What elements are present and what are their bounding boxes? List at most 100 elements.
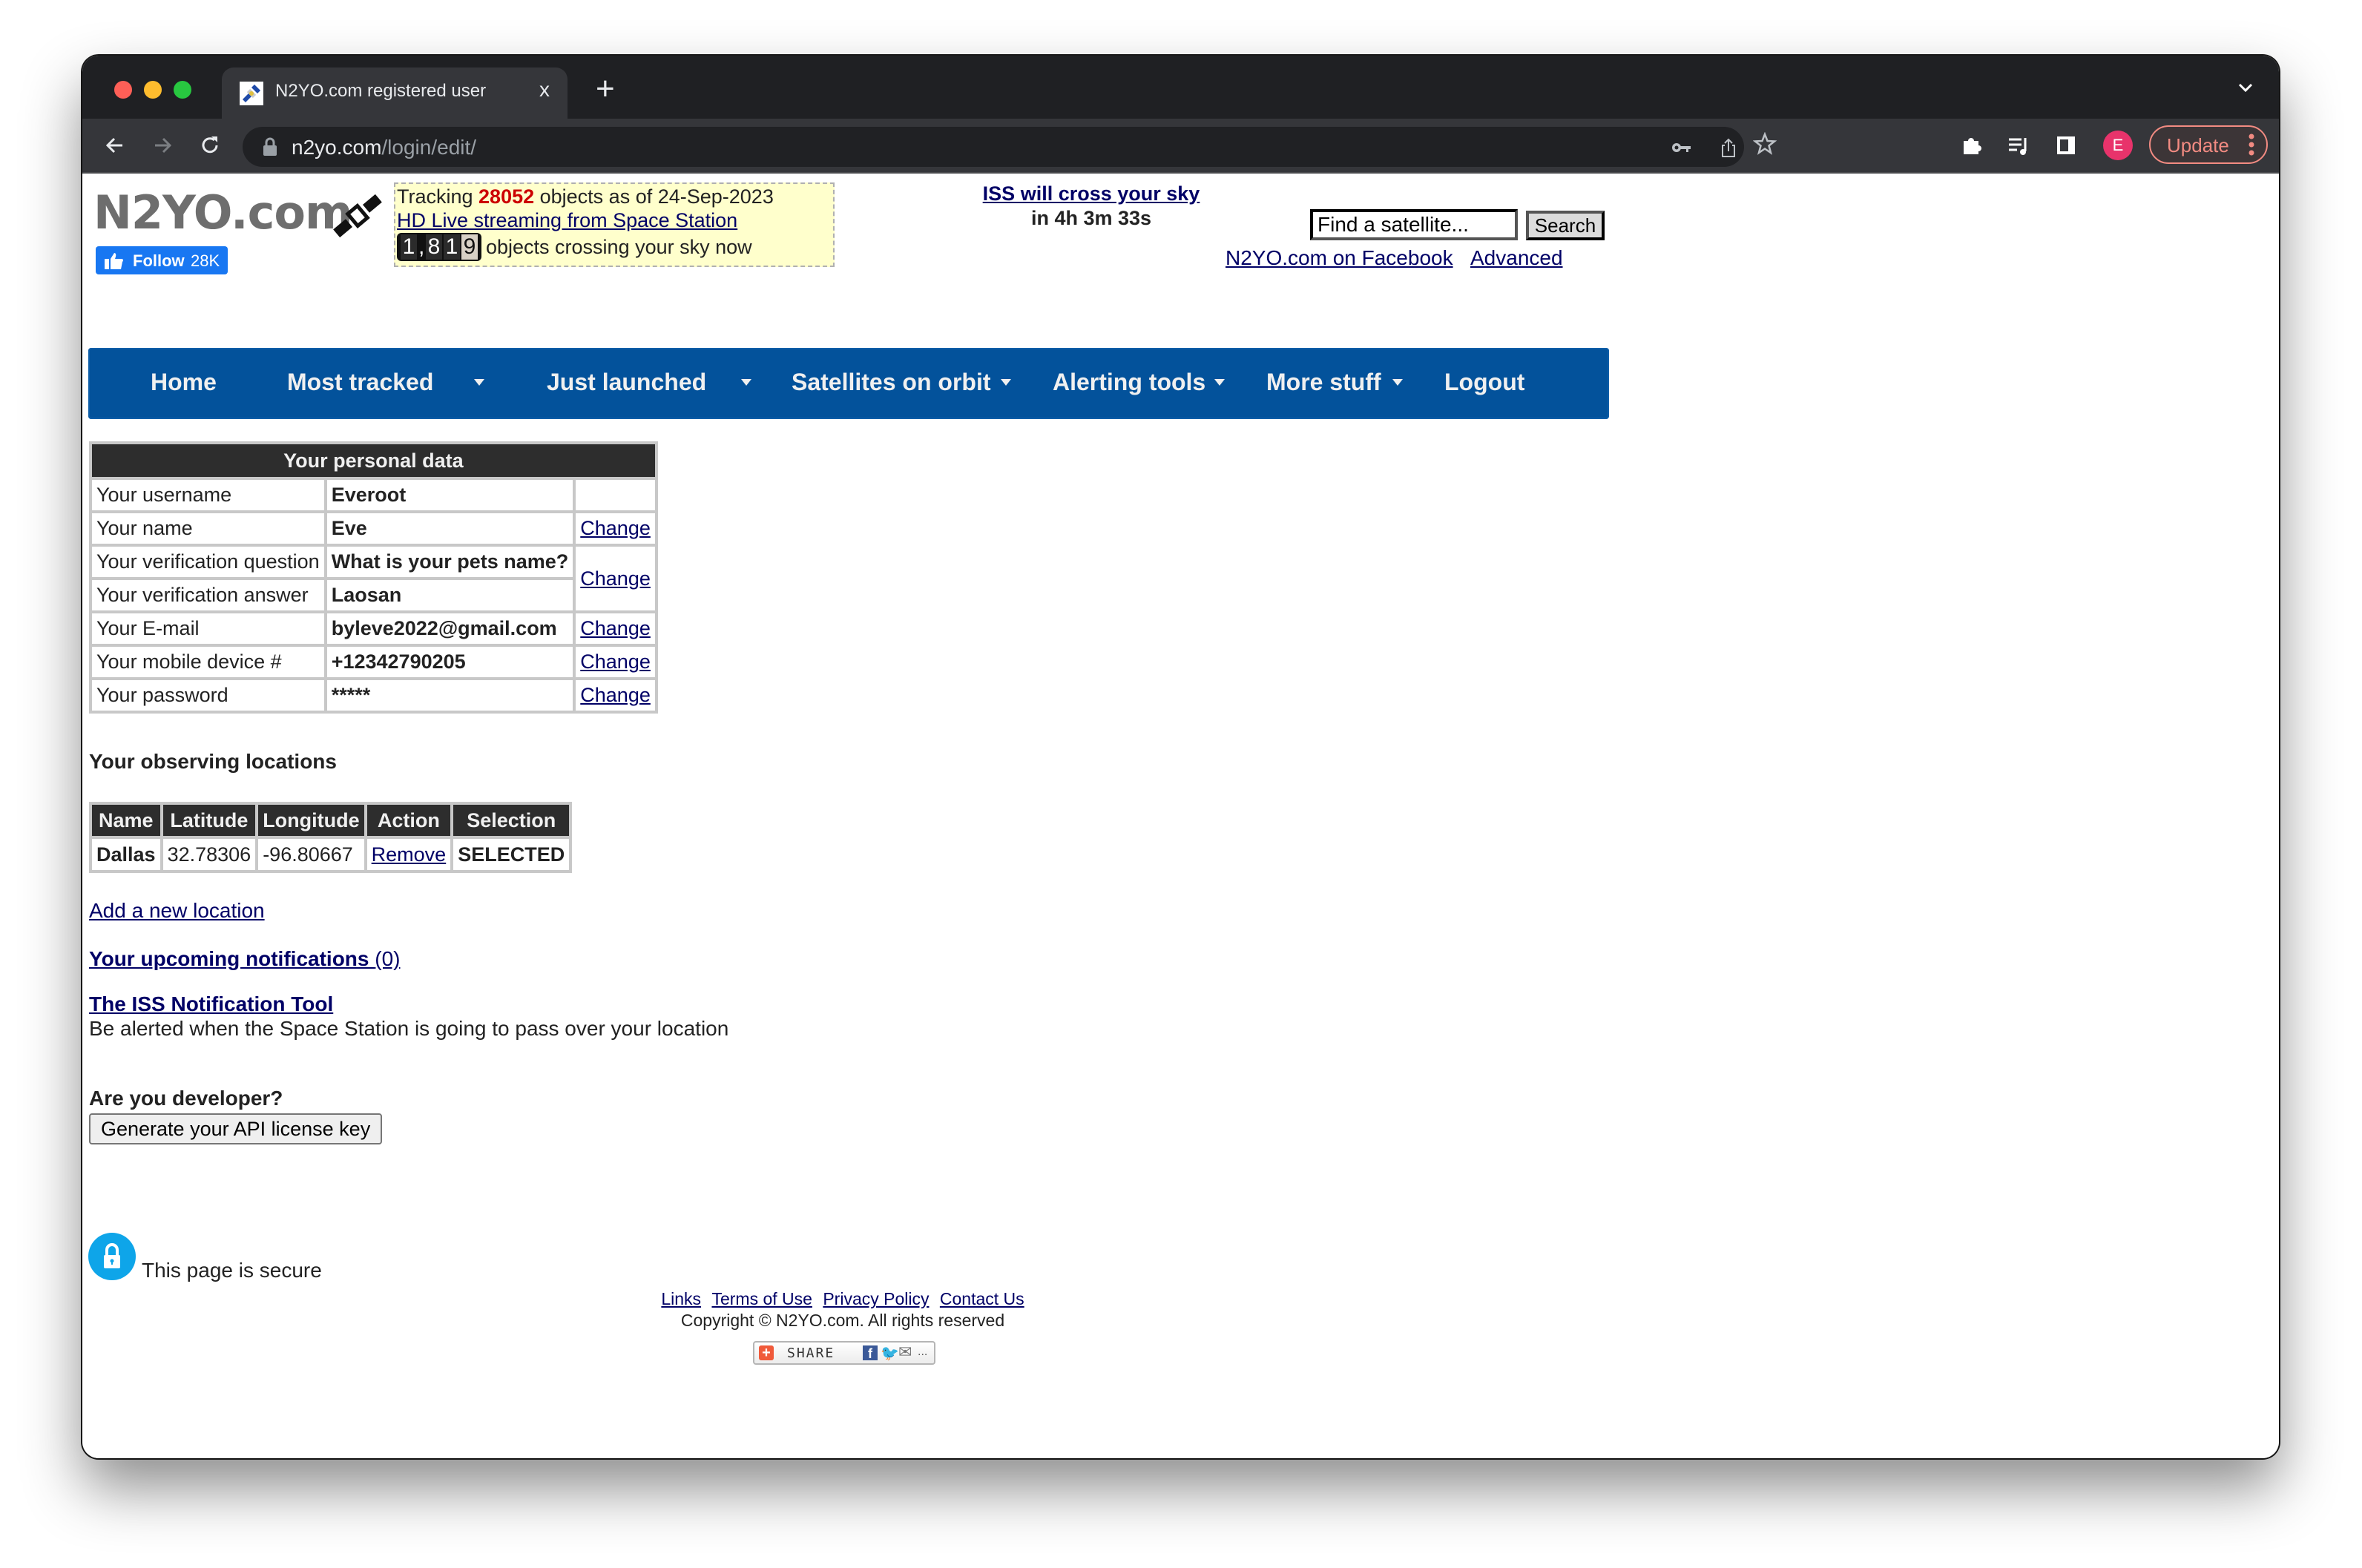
footer-privacy-link[interactable]: Privacy Policy [823,1289,929,1308]
tab-close-icon[interactable]: x [539,78,550,102]
media-queue-icon[interactable] [2007,134,2030,157]
change-name-link[interactable]: Change [580,517,651,539]
more-icon: ... [918,1345,928,1358]
footer-terms-link[interactable]: Terms of Use [711,1289,812,1308]
nav-more-stuff[interactable]: More stuff [1266,369,1381,396]
satellite-logo-icon [333,194,382,238]
profile-avatar[interactable]: E [2103,131,2133,160]
forward-button[interactable] [149,132,176,159]
personal-data-table: Your personal data Your username Everoot… [89,441,658,714]
maximize-window-button[interactable] [174,81,191,99]
upcoming-notifications-label: Your upcoming notifications [89,947,375,970]
crossing-counter: 1,819 objects crossing your sky now [397,233,752,261]
iss-notification-tool-link[interactable]: The ISS Notification Tool [89,992,333,1016]
advanced-search-link[interactable]: Advanced [1470,246,1563,270]
field-value: Laosan [323,577,576,613]
satellite-search-input[interactable] [1310,209,1518,240]
generate-api-key-button[interactable]: Generate your API license key [89,1113,383,1144]
iss-tool-description: Be alerted when the Space Station is goi… [89,1017,729,1040]
iss-pass-info: ISS will cross your sky in 4h 3m 33s [943,182,1240,230]
location-latitude: 32.78306 [159,836,259,873]
odometer-digit: 8 [426,234,442,260]
observing-locations-heading: Your observing locations [89,750,337,773]
field-value: What is your pets name? [323,544,576,580]
change-email-link[interactable]: Change [580,617,651,639]
hd-live-stream-link[interactable]: HD Live streaming from Space Station [397,209,737,231]
facebook-follow-button[interactable]: Follow 28K [96,246,228,274]
iss-cross-link[interactable]: ISS will cross your sky [983,182,1200,205]
add-location-link[interactable]: Add a new location [89,899,265,923]
key-icon[interactable] [1670,136,1692,159]
minimize-window-button[interactable] [144,81,162,99]
column-header: Name [89,802,163,839]
share-icon[interactable] [1717,136,1740,159]
crossing-text: objects crossing your sky now [486,235,752,258]
personal-data-title: Your personal data [89,441,658,480]
url-host: n2yo.com [292,136,382,159]
search-button[interactable]: Search [1526,211,1605,240]
browser-window: N2YO.com registered user x + n2yo.com/lo… [82,56,2279,1458]
change-password-link[interactable]: Change [580,684,651,706]
field-label: Your E-mail [89,610,327,647]
facebook-icon: f [863,1345,878,1361]
facebook-page-link[interactable]: N2YO.com on Facebook [1226,246,1453,270]
browser-tab[interactable]: N2YO.com registered user x [222,67,568,119]
dropdown-caret-icon[interactable] [1392,379,1403,386]
dropdown-caret-icon[interactable] [1214,379,1225,386]
share-button[interactable]: + SHARE f 🐦 ✉ ... [753,1341,935,1365]
share-label: SHARE [787,1345,835,1361]
chevron-down-icon[interactable] [2234,76,2257,99]
reload-button[interactable] [197,132,223,159]
change-mobile-link[interactable]: Change [580,650,651,673]
plus-icon: + [759,1345,774,1360]
bookmark-star-icon[interactable] [1753,132,1777,156]
iss-countdown: in 4h 3m 33s [1030,207,1152,229]
update-label: Update [2167,134,2229,157]
footer-contact-link[interactable]: Contact Us [940,1289,1024,1308]
column-header: Latitude [159,802,259,839]
extensions-puzzle-icon[interactable] [1959,134,1983,157]
nav-satellites-on-orbit[interactable]: Satellites on orbit [792,369,990,396]
footer-links-link[interactable]: Links [661,1289,701,1308]
upcoming-notifications-link[interactable]: Your upcoming notifications (0) [89,947,400,971]
column-header: Selection [450,802,573,839]
dropdown-caret-icon[interactable] [741,379,751,386]
main-navigation: Home Most tracked Just launched Satellit… [88,348,1609,419]
address-bar[interactable]: n2yo.com/login/edit/ [243,127,1744,167]
new-tab-button[interactable]: + [596,70,615,108]
secure-page-text: This page is secure [142,1259,322,1282]
thumbs-up-icon [105,253,123,269]
field-label: Your password [89,677,327,714]
nav-logout[interactable]: Logout [1444,369,1524,396]
nav-most-tracked[interactable]: Most tracked [287,369,433,396]
tab-strip: N2YO.com registered user x + [82,56,2279,119]
url-path: /login/edit/ [381,136,477,159]
nav-just-launched[interactable]: Just launched [547,369,706,396]
nav-home[interactable]: Home [151,369,217,396]
table-row: Your username Everoot [89,477,658,513]
email-icon: ✉ [898,1343,912,1361]
tracking-suffix: objects as of 24-Sep-2023 [534,185,774,208]
lock-icon [263,137,277,156]
back-button[interactable] [102,132,128,159]
forward-arrow-icon [155,137,172,154]
location-selection-status: SELECTED [450,836,573,873]
notifications-count: (0) [375,947,401,970]
more-vertical-icon [2248,134,2254,156]
field-label: Your mobile device # [89,644,327,680]
side-panel-icon[interactable] [2054,134,2078,157]
close-window-button[interactable] [114,81,132,99]
dropdown-caret-icon[interactable] [1001,379,1011,386]
remove-location-link[interactable]: Remove [372,843,447,866]
nav-alerting-tools[interactable]: Alerting tools [1053,369,1205,396]
site-logo[interactable]: N2YO.com [93,185,353,240]
follow-label: Follow [133,251,185,270]
column-header: Longitude [255,802,367,839]
change-verification-link[interactable]: Change [580,567,651,590]
table-row: Dallas 32.78306 -96.80667 Remove SELECTE… [89,836,573,873]
update-button[interactable]: Update [2149,125,2268,164]
back-arrow-icon [105,137,122,154]
follow-count: 28K [191,251,220,270]
dropdown-caret-icon[interactable] [474,379,484,386]
odometer: 1,819 [397,233,481,261]
